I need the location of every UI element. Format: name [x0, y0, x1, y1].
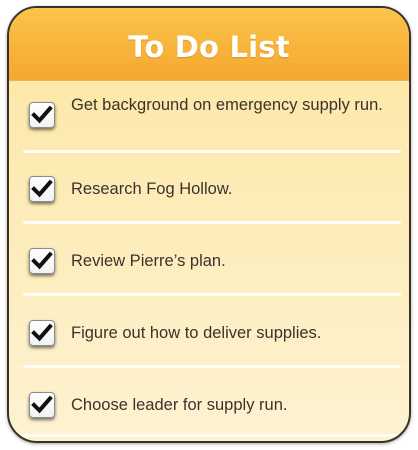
- todo-item: Get background on emergency supply run.: [9, 80, 409, 154]
- page-title: To Do List: [128, 30, 290, 64]
- todo-panel: To Do List Get background on emergency s…: [7, 6, 411, 443]
- todo-item-label: Review Pierre’s plan.: [71, 252, 226, 270]
- divider: [23, 150, 401, 153]
- check-icon: [31, 323, 53, 342]
- todo-checkbox[interactable]: [29, 248, 55, 274]
- todo-item-label: Choose leader for supply run.: [71, 396, 288, 414]
- todo-item-label: Get background on emergency supply run.: [71, 96, 383, 114]
- todo-header: To Do List: [9, 8, 409, 81]
- todo-item: Review Pierre’s plan.: [9, 224, 409, 296]
- check-icon: [31, 395, 53, 414]
- todo-checkbox[interactable]: [29, 320, 55, 346]
- todo-item-label: Figure out how to deliver supplies.: [71, 324, 322, 342]
- todo-item: Figure out how to deliver supplies.: [9, 296, 409, 368]
- divider: [23, 434, 401, 437]
- check-icon: [31, 105, 53, 124]
- todo-item: Research Fog Hollow.: [9, 154, 409, 224]
- todo-checkbox[interactable]: [29, 176, 55, 202]
- todo-item-label: Research Fog Hollow.: [71, 180, 233, 198]
- check-icon: [31, 179, 53, 198]
- todo-item: Choose leader for supply run.: [9, 368, 409, 440]
- check-icon: [31, 251, 53, 270]
- todo-checkbox[interactable]: [29, 392, 55, 418]
- todo-checkbox[interactable]: [29, 102, 55, 128]
